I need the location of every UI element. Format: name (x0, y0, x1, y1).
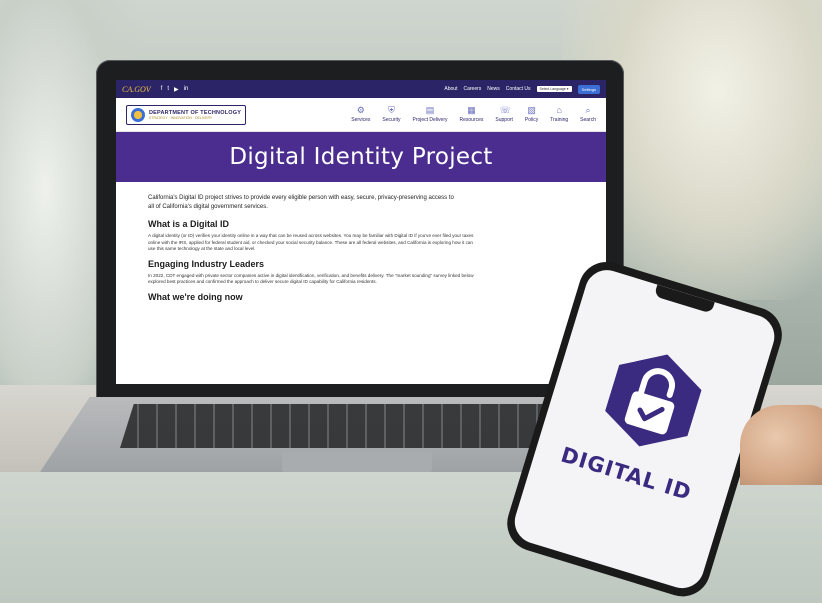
nav-search[interactable]: ⌕ Search (580, 105, 596, 124)
social-links: f t ▶ in (161, 86, 189, 93)
twitter-icon[interactable]: t (167, 86, 169, 93)
facebook-icon[interactable]: f (161, 86, 163, 93)
link-about[interactable]: About (444, 86, 457, 92)
resources-icon: ▦ (467, 105, 476, 115)
link-news[interactable]: News (487, 86, 500, 92)
org-tagline: STRATEGY · INNOVATION · DELIVERY (149, 115, 213, 120)
security-icon: ⛨ (388, 105, 395, 115)
nav-security[interactable]: ⛨ Security (382, 105, 400, 124)
youtube-icon[interactable]: ▶ (174, 86, 179, 93)
section-body-industry: In 2022, CDT engaged with private sector… (148, 272, 474, 285)
unlocked-padlock-icon (605, 354, 702, 447)
support-icon: ☏ (499, 105, 511, 115)
linkedin-icon[interactable]: in (184, 86, 189, 93)
cdt-logo[interactable]: DEPARTMENT OF TECHNOLOGY STRATEGY · INNO… (126, 104, 247, 125)
nav-policy[interactable]: ▧ Policy (525, 105, 538, 124)
section-body-what-is: A digital identity (or ID) verifies your… (148, 233, 474, 252)
section-heading-what-is: What is a Digital ID (148, 219, 230, 229)
link-contact-us[interactable]: Contact Us (506, 86, 531, 92)
search-icon: ⌕ (585, 105, 591, 115)
nav-project-delivery[interactable]: ▤ Project Delivery (412, 105, 447, 124)
site-top-bar: CA.GOV f t ▶ in About Careers News Conta… (116, 80, 606, 98)
page-title: Digital Identity Project (229, 144, 493, 170)
hero-banner: Digital Identity Project (116, 132, 606, 182)
utility-links: About Careers News Contact Us Select Lan… (444, 84, 600, 94)
section-heading-now: What we're doing now (148, 291, 243, 302)
policy-icon: ▧ (527, 105, 536, 115)
settings-button[interactable]: Settings (577, 84, 600, 94)
nav-services[interactable]: ⚙ Services (351, 105, 370, 124)
section-heading-industry: Engaging Industry Leaders (148, 258, 265, 269)
hand (740, 405, 822, 485)
language-select[interactable]: Select Language ▾ (536, 86, 572, 92)
nav-training[interactable]: ⌂ Training (550, 105, 568, 124)
laptop-keyboard (120, 404, 580, 448)
main-nav: DEPARTMENT OF TECHNOLOGY STRATEGY · INNO… (116, 98, 606, 132)
nav-resources[interactable]: ▦ Resources (460, 105, 484, 124)
laptop-trackpad (282, 452, 432, 472)
intro-text: California's Digital ID project strives … (148, 195, 454, 210)
project-delivery-icon: ▤ (425, 105, 435, 115)
nav-items: ⚙ Services ⛨ Security ▤ Project Delivery ▦ R… (351, 105, 596, 124)
nav-support[interactable]: ☏ Support (495, 105, 513, 124)
page-content: California's Digital ID project strives … (116, 182, 606, 314)
training-icon: ⌂ (556, 105, 562, 115)
ca-gov-logo[interactable]: CA.GOV (122, 85, 151, 94)
link-careers[interactable]: Careers (463, 86, 481, 92)
services-icon: ⚙ (356, 105, 365, 115)
laptop-screen: CA.GOV f t ▶ in About Careers News Conta… (116, 80, 606, 384)
state-seal-icon (131, 107, 145, 122)
